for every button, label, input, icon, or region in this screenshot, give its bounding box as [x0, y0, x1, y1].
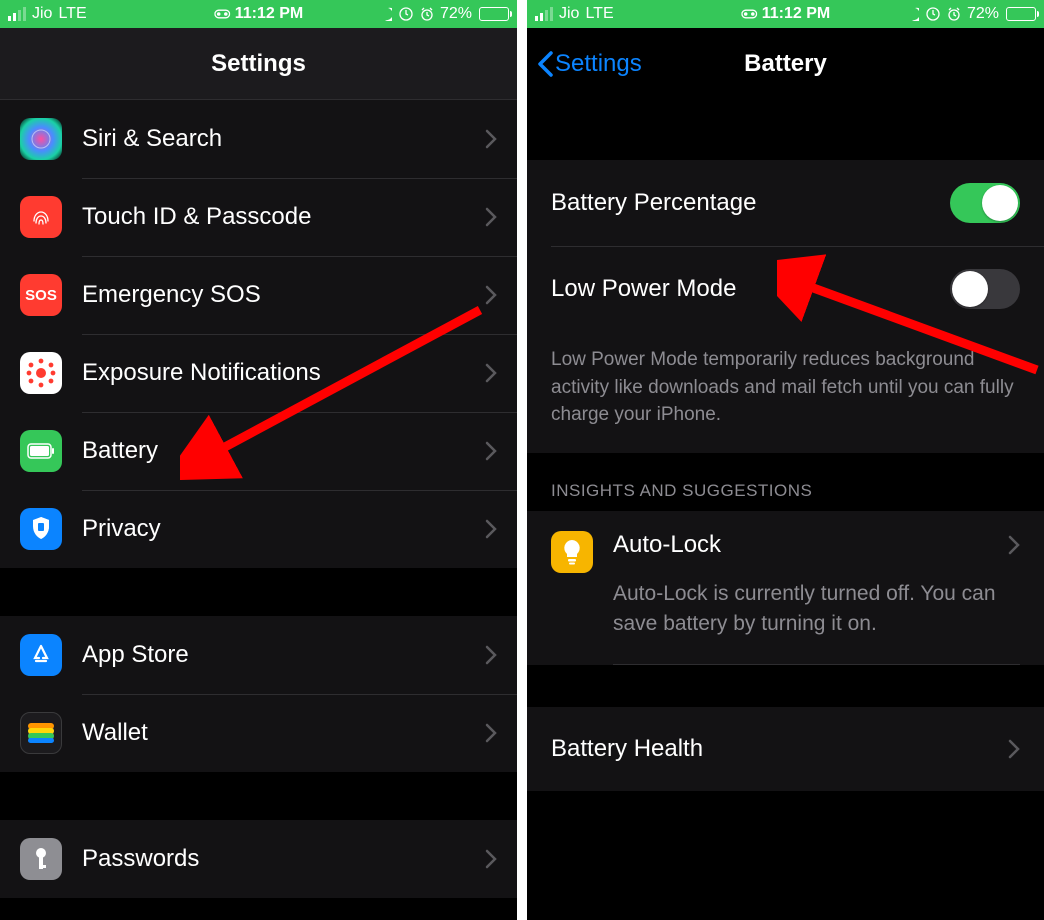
row-sos[interactable]: SOS Emergency SOS [0, 256, 517, 334]
chevron-right-icon [485, 849, 497, 869]
chevron-right-icon [485, 723, 497, 743]
bulb-icon [551, 531, 593, 573]
phone-settings: Jio LTE 11:12 PM 72% Settings [0, 0, 517, 920]
passwords-icon [20, 838, 62, 880]
row-label: Privacy [82, 515, 485, 543]
clock-label: 11:12 PM [762, 5, 830, 23]
hotspot-icon [741, 6, 757, 22]
row-label: Siri & Search [82, 125, 485, 153]
chevron-right-icon [485, 129, 497, 149]
carrier-label: Jio [32, 5, 52, 23]
chevron-right-icon [485, 441, 497, 461]
low-power-description: Low Power Mode temporarily reduces backg… [527, 332, 1044, 453]
back-button[interactable]: Settings [537, 50, 642, 78]
page-title: Battery [744, 50, 827, 78]
row-exposure[interactable]: Exposure Notifications [0, 334, 517, 412]
row-battery-percentage[interactable]: Battery Percentage [527, 160, 1044, 246]
insights-header: INSIGHTS AND SUGGESTIONS [527, 453, 1044, 511]
row-label: App Store [82, 641, 485, 669]
insight-description: Auto-Lock is currently turned off. You c… [613, 579, 1020, 640]
orientation-lock-icon [398, 6, 414, 22]
nav-header: Settings [0, 28, 517, 100]
row-battery[interactable]: Battery [0, 412, 517, 490]
chevron-right-icon [1008, 739, 1020, 759]
section-gap [0, 772, 517, 820]
row-label: Passwords [82, 845, 485, 873]
carrier-label: Jio [559, 5, 579, 23]
wallet-icon [20, 712, 62, 754]
row-low-power-mode[interactable]: Low Power Mode [527, 246, 1044, 332]
battery-options-group: Battery Percentage Low Power Mode Low Po… [527, 160, 1044, 453]
status-bar: Jio LTE 11:12 PM 72% [0, 0, 517, 28]
signal-icon [535, 7, 553, 21]
spacer [527, 665, 1044, 707]
row-privacy[interactable]: Privacy [0, 490, 517, 568]
battery-icon [1006, 7, 1036, 21]
signal-icon [8, 7, 26, 21]
clock-label: 11:12 PM [235, 5, 303, 23]
chevron-right-icon [485, 207, 497, 227]
settings-group-3: Passwords [0, 820, 517, 898]
nav-header: Settings Battery [527, 28, 1044, 100]
battery-pct-label: 72% [967, 5, 999, 23]
row-passwords[interactable]: Passwords [0, 820, 517, 898]
settings-group-2: App Store Wallet [0, 616, 517, 772]
settings-group-1: Siri & Search Touch ID & Passcode SOS Em… [0, 100, 517, 568]
row-wallet[interactable]: Wallet [0, 694, 517, 772]
chevron-right-icon [485, 285, 497, 305]
spacer [527, 100, 1044, 160]
row-label: Low Power Mode [551, 275, 950, 303]
chevron-right-icon [1008, 535, 1020, 555]
battery-icon [479, 7, 509, 21]
moon-icon [377, 6, 393, 22]
touchid-icon [20, 196, 62, 238]
network-label: LTE [585, 5, 613, 23]
row-label: Exposure Notifications [82, 359, 485, 387]
row-label: Battery Percentage [551, 189, 950, 217]
row-label: Emergency SOS [82, 281, 485, 309]
orientation-lock-icon [925, 6, 941, 22]
page-title: Settings [211, 50, 306, 78]
chevron-right-icon [485, 363, 497, 383]
row-label: Touch ID & Passcode [82, 203, 485, 231]
row-auto-lock[interactable]: Auto-Lock Auto-Lock is currently turned … [527, 511, 1044, 665]
phone-battery: Jio LTE 11:12 PM 72% Settings Battery Ba… [527, 0, 1044, 920]
insight-title: Auto-Lock [613, 531, 721, 559]
row-touchid[interactable]: Touch ID & Passcode [0, 178, 517, 256]
section-gap [0, 568, 517, 616]
row-label: Battery [82, 437, 485, 465]
sos-icon: SOS [20, 274, 62, 316]
status-bar: Jio LTE 11:12 PM 72% [527, 0, 1044, 28]
chevron-right-icon [485, 645, 497, 665]
chevron-right-icon [485, 519, 497, 539]
network-label: LTE [58, 5, 86, 23]
toggle-battery-percentage[interactable] [950, 183, 1020, 223]
row-appstore[interactable]: App Store [0, 616, 517, 694]
siri-icon [20, 118, 62, 160]
toggle-low-power-mode[interactable] [950, 269, 1020, 309]
alarm-icon [946, 6, 962, 22]
hotspot-icon [214, 6, 230, 22]
privacy-icon [20, 508, 62, 550]
row-label: Battery Health [551, 735, 1008, 763]
battery-icon [20, 430, 62, 472]
battery-pct-label: 72% [440, 5, 472, 23]
row-label: Wallet [82, 719, 485, 747]
exposure-icon [20, 352, 62, 394]
row-siri[interactable]: Siri & Search [0, 100, 517, 178]
alarm-icon [419, 6, 435, 22]
appstore-icon [20, 634, 62, 676]
moon-icon [904, 6, 920, 22]
row-battery-health[interactable]: Battery Health [527, 707, 1044, 791]
back-label: Settings [555, 50, 642, 78]
